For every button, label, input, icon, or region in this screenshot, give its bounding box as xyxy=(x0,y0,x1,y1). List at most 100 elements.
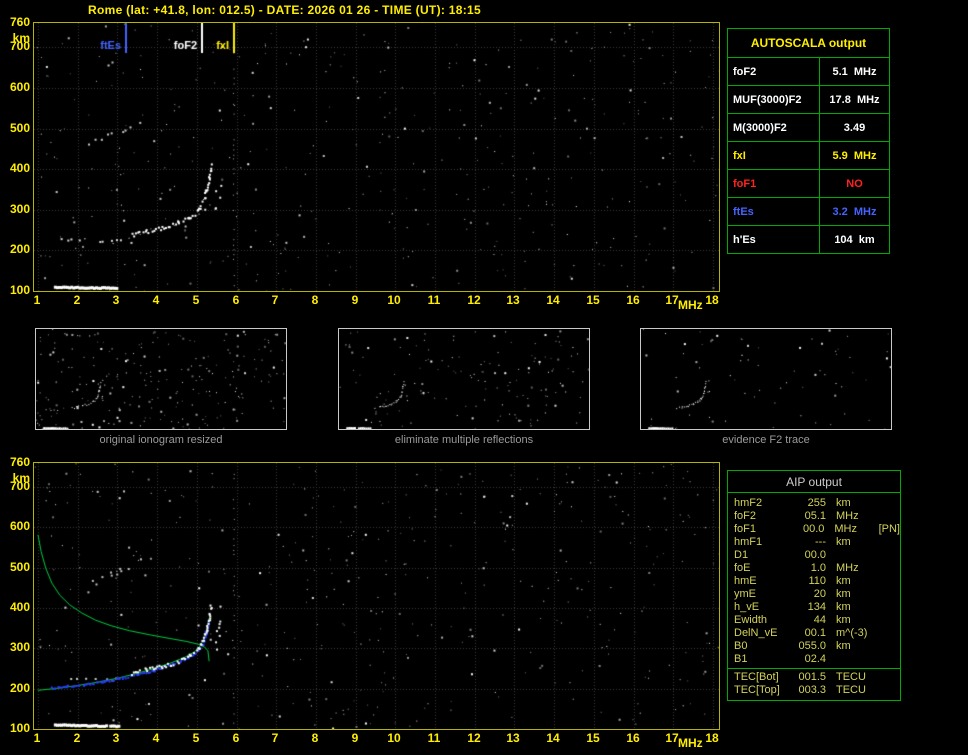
bottom-xtick-14: 14 xyxy=(546,731,560,745)
autoscala-app-screen: Rome (lat: +41.8, lon: 012.5) - DATE: 20… xyxy=(0,0,968,755)
bottom-xtick-3: 3 xyxy=(112,731,120,745)
aip-row-ymE: ymE 20 km xyxy=(728,588,900,601)
aip-panel-title: AIP output xyxy=(728,471,900,493)
top-xtick-14: 14 xyxy=(546,293,560,307)
autoscala-row-fxI: fxI 5.9 MHz xyxy=(727,141,890,170)
aip-param-value: 255 xyxy=(807,497,826,509)
aip-param-label: foF2 xyxy=(734,510,757,522)
bottom-xtick-11: 11 xyxy=(427,731,441,745)
aip-row-DelN_vE: DelN_vE 00.1 m^(-3) xyxy=(728,627,900,640)
aip-output-panel: AIP output hmF2 255 km foF2 05.1 MHz foF1 00.0 M… xyxy=(727,470,901,701)
top-xtick-6: 6 xyxy=(232,293,240,307)
bottom-xtick-1: 1 xyxy=(33,731,41,745)
autoscala-row-h'Es: h'Es 104 km xyxy=(727,225,890,254)
aip-param-label: TEC[Top] xyxy=(734,684,780,696)
aip-param-label: ymE xyxy=(734,588,756,600)
autoscala-param-label: h'Es xyxy=(727,225,820,254)
profile-ionogram-plot xyxy=(33,462,720,730)
bottom-xtick-16: 16 xyxy=(626,731,640,745)
autoscala-param-label: MUF(3000)F2 xyxy=(727,85,820,114)
thumbnail-caption-evidence: evidence F2 trace xyxy=(722,434,810,446)
top-xtick-11: 11 xyxy=(427,293,441,307)
aip-row-Ewidth: Ewidth 44 km xyxy=(728,614,900,627)
aip-param-note xyxy=(880,627,881,640)
top-xtick-15: 15 xyxy=(586,293,600,307)
autoscala-param-value: 5.9 MHz xyxy=(819,141,890,170)
aip-param-note xyxy=(880,575,881,588)
aip-param-note xyxy=(880,536,881,549)
autoscala-row-MUF(3000)F2: MUF(3000)F2 17.8 MHz xyxy=(727,85,890,114)
aip-row-h_vE: h_vE 134 km xyxy=(728,601,900,614)
aip-row-TEC[Top]: TEC[Top] 003.3 TECU xyxy=(728,684,900,697)
bottom-xtick-6: 6 xyxy=(232,731,240,745)
aip-row-foF1: foF1 00.0 MHz [PN] xyxy=(728,523,900,536)
aip-row-hmE: hmE 110 km xyxy=(728,575,900,588)
aip-param-note xyxy=(880,614,881,627)
bottom-xtick-12: 12 xyxy=(467,731,481,745)
bottom-ytick-400: 400 xyxy=(9,600,30,614)
bottom-xtick-10: 10 xyxy=(387,731,401,745)
autoscala-param-value: 104 km xyxy=(819,225,890,254)
aip-param-value: 1.0 xyxy=(810,562,826,574)
top-ytick-300: 300 xyxy=(9,202,30,216)
autoscala-param-value: 3.49 xyxy=(819,113,890,142)
aip-param-unit: TECU xyxy=(836,671,866,683)
top-xtick-5: 5 xyxy=(192,293,200,307)
bottom-ytick-500: 500 xyxy=(9,560,30,574)
aip-param-unit: km xyxy=(836,640,851,652)
profile-ionogram-canvas xyxy=(34,463,719,729)
aip-param-unit: MHz xyxy=(836,562,859,574)
aip-param-value: 44 xyxy=(813,614,826,626)
aip-row-B0: B0 055.0 km xyxy=(728,640,900,653)
aip-param-label: hmF2 xyxy=(734,497,763,509)
aip-param-unit: km xyxy=(836,588,851,600)
thumbnail-caption-eliminate: eliminate multiple reflections xyxy=(394,434,534,446)
aip-param-unit xyxy=(826,549,880,562)
aip-param-note: [PN] xyxy=(878,523,900,535)
aip-param-value: 00.0 xyxy=(804,549,826,561)
aip-param-label: TEC[Bot] xyxy=(734,671,779,683)
bottom-xtick-4: 4 xyxy=(152,731,160,745)
aip-param-unit: km xyxy=(836,575,851,587)
bottom-ytick-600: 600 xyxy=(9,519,30,533)
main-ionogram-canvas xyxy=(34,23,719,291)
aip-param-value: 110 xyxy=(808,575,826,587)
aip-param-value: 055.0 xyxy=(798,640,826,652)
aip-param-value: 20 xyxy=(813,588,826,600)
autoscala-param-label: M(3000)F2 xyxy=(727,113,820,142)
top-y-axis-label: km xyxy=(12,31,30,45)
top-xtick-18: 18 xyxy=(705,293,719,307)
autoscala-row-foF1: foF1 NO xyxy=(727,169,890,198)
aip-row-D1: D1 00.0 xyxy=(728,549,900,562)
top-xtick-16: 16 xyxy=(626,293,640,307)
aip-param-value: 003.3 xyxy=(798,684,826,696)
aip-param-note xyxy=(880,562,881,575)
aip-param-unit xyxy=(826,653,880,666)
thumbnail-caption-original: original ionogram resized xyxy=(99,434,223,446)
aip-param-note xyxy=(880,671,881,684)
aip-param-value: 02.4 xyxy=(804,653,826,665)
aip-param-value: 00.1 xyxy=(804,627,826,639)
bottom-x-axis-label: MHz xyxy=(678,736,703,750)
aip-param-label: D1 xyxy=(734,549,749,561)
bottom-xtick-18: 18 xyxy=(705,731,719,745)
bottom-xtick-8: 8 xyxy=(311,731,319,745)
aip-parameter-list: hmF2 255 km foF2 05.1 MHz foF1 00.0 MHz [PN] hmF1 -… xyxy=(728,493,900,666)
aip-param-value: --- xyxy=(815,536,826,548)
aip-param-unit: km xyxy=(836,601,851,613)
aip-param-note xyxy=(880,549,881,562)
top-x-axis-label: MHz xyxy=(678,298,703,312)
aip-row-B1: B1 02.4 xyxy=(728,653,900,666)
aip-param-label: foE xyxy=(734,562,751,574)
aip-row-foF2: foF2 05.1 MHz xyxy=(728,510,900,523)
aip-param-label: B1 xyxy=(734,653,748,665)
top-ytick-760: 760 xyxy=(9,15,30,29)
main-ionogram-plot xyxy=(33,22,720,292)
aip-param-label: Ewidth xyxy=(734,614,768,626)
aip-param-note xyxy=(880,510,881,523)
bottom-xtick-5: 5 xyxy=(192,731,200,745)
aip-param-value: 001.5 xyxy=(798,671,826,683)
bottom-xtick-2: 2 xyxy=(73,731,81,745)
aip-param-value: 05.1 xyxy=(804,510,826,522)
top-xtick-4: 4 xyxy=(152,293,160,307)
